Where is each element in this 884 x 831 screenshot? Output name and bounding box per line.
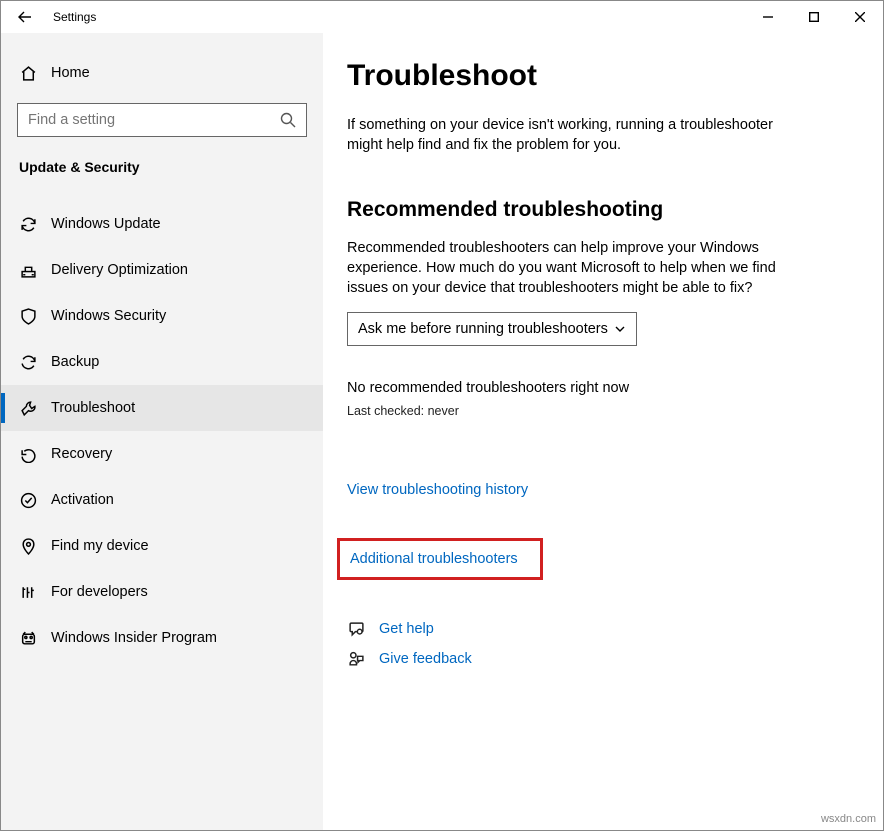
- sidebar-item-recovery[interactable]: Recovery: [1, 431, 323, 477]
- wrench-icon: [19, 400, 37, 417]
- recovery-icon: [19, 446, 37, 463]
- search-input[interactable]: [28, 112, 280, 128]
- sidebar-item-delivery-optimization[interactable]: Delivery Optimization: [1, 247, 323, 293]
- sidebar-item-windows-security[interactable]: Windows Security: [1, 293, 323, 339]
- section-heading: Recommended troubleshooting: [347, 198, 853, 222]
- sidebar-item-label: Backup: [51, 354, 99, 370]
- get-help-row[interactable]: Get help: [347, 614, 853, 644]
- sidebar-item-troubleshoot[interactable]: Troubleshoot: [1, 385, 323, 431]
- page-title: Troubleshoot: [347, 59, 853, 93]
- sidebar-item-label: For developers: [51, 584, 148, 600]
- sidebar-item-label: Find my device: [51, 538, 149, 554]
- sidebar-item-windows-update[interactable]: Windows Update: [1, 201, 323, 247]
- sidebar-item-label: Windows Insider Program: [51, 630, 217, 646]
- sidebar-item-backup[interactable]: Backup: [1, 339, 323, 385]
- home-icon: [19, 65, 37, 82]
- main-content: Troubleshoot If something on your device…: [323, 33, 883, 830]
- search-icon: [280, 112, 296, 128]
- developers-icon: [19, 584, 37, 601]
- delivery-icon: [19, 262, 37, 279]
- sidebar-item-for-developers[interactable]: For developers: [1, 569, 323, 615]
- sidebar: Home Update & Security Windows Update De…: [1, 33, 323, 830]
- arrow-left-icon: [17, 9, 33, 25]
- maximize-button[interactable]: [791, 1, 837, 33]
- feedback-icon: [347, 651, 365, 668]
- sidebar-item-label: Troubleshoot: [51, 400, 135, 416]
- location-icon: [19, 538, 37, 555]
- give-feedback-row[interactable]: Give feedback: [347, 644, 853, 674]
- intro-text: If something on your device isn't workin…: [347, 115, 797, 156]
- sidebar-item-label: Windows Security: [51, 308, 166, 324]
- back-button[interactable]: [1, 1, 49, 33]
- sidebar-item-windows-insider[interactable]: Windows Insider Program: [1, 615, 323, 661]
- no-recommended-text: No recommended troubleshooters right now: [347, 380, 853, 396]
- chevron-down-icon: [614, 323, 626, 335]
- sidebar-home-label: Home: [51, 65, 90, 81]
- shield-icon: [19, 308, 37, 325]
- maximize-icon: [809, 12, 819, 22]
- insider-icon: [19, 630, 37, 647]
- troubleshoot-preference-dropdown[interactable]: Ask me before running troubleshooters: [347, 312, 637, 346]
- check-circle-icon: [19, 492, 37, 509]
- dropdown-value: Ask me before running troubleshooters: [358, 321, 608, 337]
- sidebar-item-activation[interactable]: Activation: [1, 477, 323, 523]
- get-help-label: Get help: [379, 621, 434, 637]
- minimize-icon: [763, 12, 773, 22]
- section-description: Recommended troubleshooters can help imp…: [347, 238, 797, 299]
- give-feedback-label: Give feedback: [379, 651, 472, 667]
- close-button[interactable]: [837, 1, 883, 33]
- chat-icon: [347, 621, 365, 638]
- app-title: Settings: [49, 10, 96, 24]
- titlebar: Settings: [1, 1, 883, 33]
- sidebar-item-label: Windows Update: [51, 216, 161, 232]
- sidebar-item-find-my-device[interactable]: Find my device: [1, 523, 323, 569]
- sidebar-item-label: Activation: [51, 492, 114, 508]
- view-history-link[interactable]: View troubleshooting history: [347, 482, 853, 498]
- additional-troubleshooters-link[interactable]: Additional troubleshooters: [350, 551, 518, 567]
- close-icon: [855, 12, 865, 22]
- last-checked-text: Last checked: never: [347, 404, 853, 418]
- sidebar-item-label: Recovery: [51, 446, 112, 462]
- sidebar-item-home[interactable]: Home: [1, 55, 323, 91]
- sidebar-item-label: Delivery Optimization: [51, 262, 188, 278]
- sidebar-nav: Windows Update Delivery Optimization Win…: [1, 201, 323, 661]
- minimize-button[interactable]: [745, 1, 791, 33]
- watermark: wsxdn.com: [821, 813, 876, 825]
- highlight-box: Additional troubleshooters: [337, 538, 543, 580]
- sync-icon: [19, 216, 37, 233]
- category-title: Update & Security: [1, 159, 323, 175]
- backup-icon: [19, 354, 37, 371]
- search-box[interactable]: [17, 103, 307, 137]
